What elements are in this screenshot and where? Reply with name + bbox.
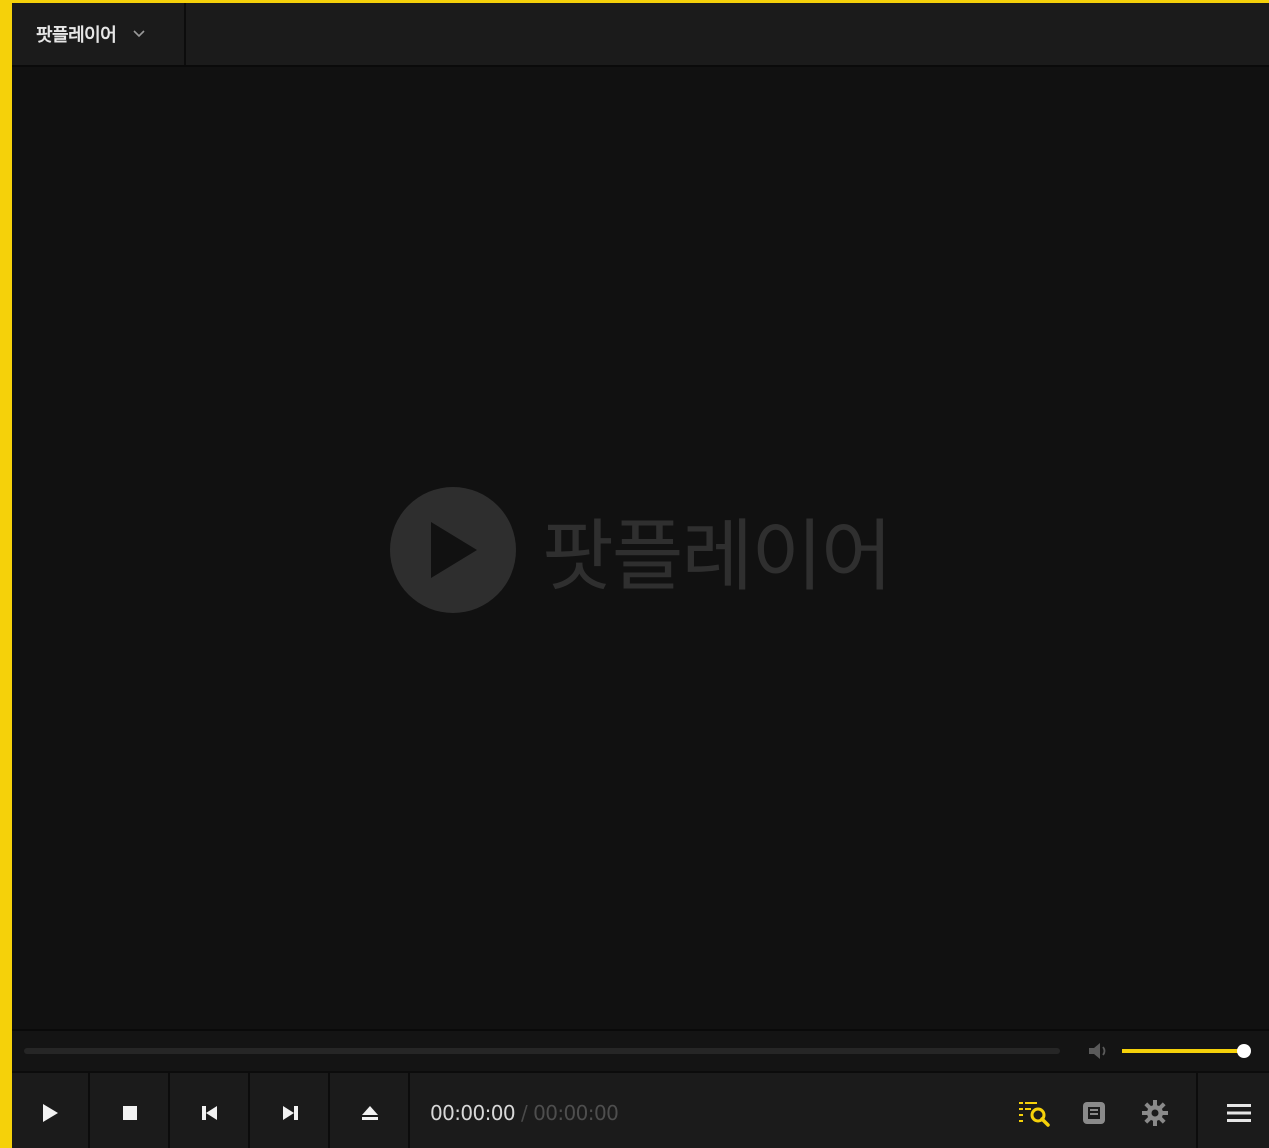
playlist-search-button[interactable]: [1012, 1073, 1058, 1148]
total-duration: 00:00:00: [533, 1101, 619, 1125]
previous-button[interactable]: [172, 1073, 250, 1148]
volume-fill: [1122, 1049, 1244, 1053]
play-circle-icon: [390, 487, 516, 613]
potplayer-window: 팟플레이어 팟플레이어 00:00:00 / 00:00:00: [0, 0, 1269, 1148]
play-icon: [43, 1104, 58, 1122]
next-button[interactable]: [252, 1073, 330, 1148]
settings-button[interactable]: [1134, 1073, 1176, 1148]
stop-button[interactable]: [92, 1073, 170, 1148]
title-bar: 팟플레이어: [12, 3, 1269, 67]
chevron-down-icon: [133, 30, 145, 38]
stop-icon: [123, 1106, 137, 1120]
seek-bar[interactable]: [24, 1048, 1060, 1054]
seek-volume-strip: [12, 1029, 1269, 1073]
skip-previous-icon: [202, 1106, 217, 1120]
video-area[interactable]: 팟플레이어: [12, 67, 1269, 1029]
skip-next-icon: [283, 1106, 298, 1120]
screen-button[interactable]: [1074, 1073, 1114, 1148]
control-divider: [1196, 1073, 1198, 1148]
watermark-logo: 팟플레이어: [390, 487, 893, 613]
screen-icon: [1083, 1102, 1105, 1124]
eject-icon: [362, 1106, 378, 1120]
volume-slider[interactable]: [1122, 1044, 1251, 1058]
time-display: 00:00:00/00:00:00: [430, 1101, 619, 1125]
app-menu-label: 팟플레이어: [36, 25, 117, 46]
gear-icon: [1142, 1100, 1168, 1126]
app-menu-button[interactable]: 팟플레이어: [12, 3, 186, 65]
hamburger-menu-icon: [1227, 1104, 1251, 1122]
current-time: 00:00:00: [430, 1101, 516, 1125]
eject-button[interactable]: [332, 1073, 410, 1148]
volume-knob[interactable]: [1237, 1044, 1251, 1058]
speaker-icon[interactable]: [1086, 1039, 1112, 1063]
watermark-text: 팟플레이어: [542, 512, 893, 602]
play-button[interactable]: [12, 1073, 90, 1148]
time-separator: /: [521, 1101, 528, 1125]
playlist-search-icon: [1019, 1102, 1050, 1127]
control-bar: 00:00:00/00:00:00: [12, 1071, 1269, 1148]
main-menu-button[interactable]: [1216, 1073, 1262, 1148]
